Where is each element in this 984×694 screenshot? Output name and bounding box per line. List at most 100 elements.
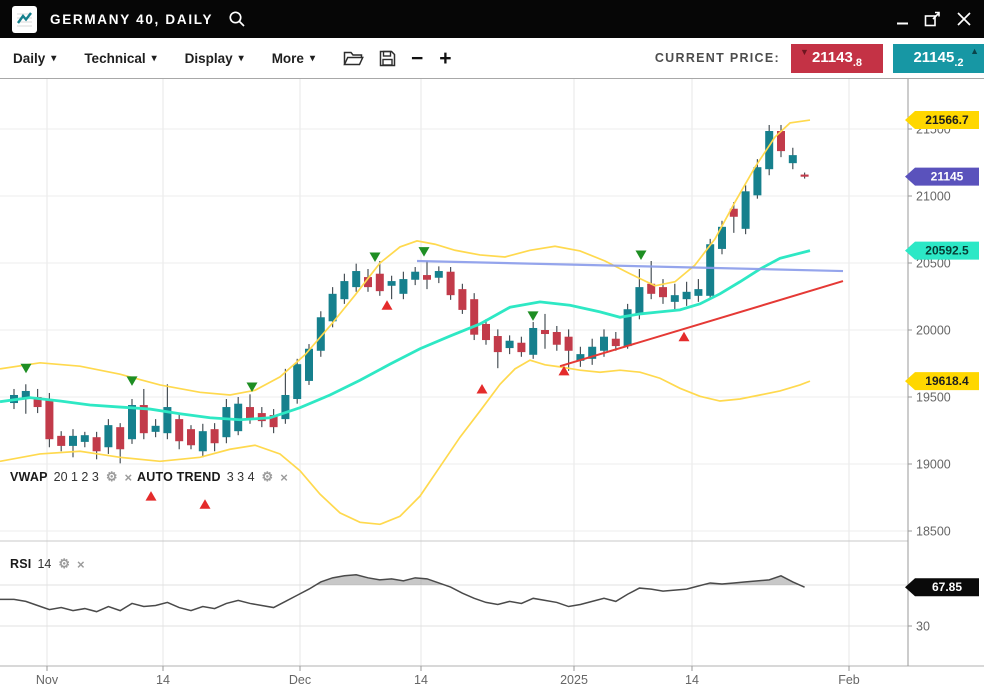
price-badge: 20592.5 (905, 242, 979, 260)
candle (187, 429, 195, 445)
rsi-indicator-label: RSI 14 ⚙ × (10, 556, 85, 572)
candle (93, 437, 101, 451)
svg-text:Nov: Nov (36, 673, 59, 687)
candle (116, 427, 124, 449)
current-price-label: CURRENT PRICE: (655, 51, 780, 65)
vwap-indicator-label: VWAP 20 1 2 3 ⚙ × (10, 469, 132, 485)
candle (222, 407, 230, 437)
save-icon[interactable] (379, 50, 396, 67)
window-controls (896, 11, 972, 27)
svg-text:14: 14 (685, 673, 699, 687)
chevron-down-icon: ▾ (310, 53, 315, 64)
autotrend-settings-gear-icon[interactable]: ⚙ (262, 469, 274, 485)
arrow-up-icon: ▲ (970, 47, 979, 56)
current-price-cluster: CURRENT PRICE: ▼ 21143.8 21145.2 ▲ (655, 38, 984, 78)
candle (470, 299, 478, 335)
candle (246, 407, 254, 419)
chevron-down-icon: ▾ (152, 53, 157, 64)
candle (659, 287, 667, 297)
search-icon[interactable] (228, 10, 246, 28)
price-badge: 21145 (905, 168, 979, 186)
price-badge: 21566.7 (905, 111, 979, 129)
candle (411, 272, 419, 280)
chevron-down-icon: ▾ (51, 53, 56, 64)
candle (458, 289, 466, 310)
open-folder-icon[interactable] (343, 50, 364, 67)
svg-text:21145: 21145 (931, 170, 964, 184)
chevron-down-icon: ▾ (239, 53, 244, 64)
menu-timeframe-label: Daily (13, 51, 45, 66)
vwap-name: VWAP (10, 470, 48, 484)
chart-area: 2150021000205002000019500190001850030Nov… (0, 79, 984, 693)
svg-text:2025: 2025 (560, 673, 588, 687)
candle (388, 281, 396, 286)
candle (340, 281, 348, 299)
rsi-remove-icon[interactable]: × (77, 557, 85, 572)
candle (529, 328, 537, 355)
candle (69, 436, 77, 446)
candle (376, 274, 384, 291)
candle (541, 330, 549, 334)
svg-text:19000: 19000 (916, 458, 951, 472)
candle (494, 336, 502, 352)
candle (517, 343, 525, 352)
candle (789, 155, 797, 163)
autotrend-indicator-label: AUTO TREND 3 3 4 ⚙ × (137, 469, 288, 485)
buy-price-decimal: .2 (954, 57, 963, 69)
candle (211, 429, 219, 443)
candle (104, 425, 112, 447)
chart-title: GERMANY 40, DAILY (50, 12, 213, 27)
svg-text:19500: 19500 (916, 391, 951, 405)
candle (329, 294, 337, 321)
svg-text:14: 14 (414, 673, 428, 687)
sell-price-decimal: .8 (853, 57, 862, 69)
menu-display-label: Display (185, 51, 233, 66)
svg-text:30: 30 (916, 620, 930, 634)
candle (635, 287, 643, 314)
candle (447, 272, 455, 295)
candle (742, 191, 750, 229)
buy-price-button[interactable]: 21145.2 ▲ (893, 44, 984, 73)
candle (683, 292, 691, 299)
svg-text:Feb: Feb (838, 673, 860, 687)
candle (801, 175, 809, 177)
candle (281, 395, 289, 419)
candle (612, 339, 620, 346)
autotrend-remove-icon[interactable]: × (280, 470, 288, 485)
candle (506, 341, 514, 348)
zoom-out-button[interactable]: − (411, 48, 423, 69)
buy-price-value: 21145 (913, 49, 954, 66)
menu-display[interactable]: Display ▾ (185, 51, 244, 66)
candle (81, 435, 89, 442)
menu-technical[interactable]: Technical ▾ (84, 51, 156, 66)
sell-price-button[interactable]: ▼ 21143.8 (791, 44, 883, 73)
popout-button[interactable] (924, 11, 941, 27)
candle (600, 337, 608, 351)
vwap-remove-icon[interactable]: × (124, 470, 132, 485)
vwap-settings-gear-icon[interactable]: ⚙ (106, 469, 118, 485)
zoom-in-button[interactable]: + (439, 48, 451, 69)
candle (45, 399, 53, 439)
toolbar: Daily ▾ Technical ▾ Display ▾ More ▾ (0, 38, 984, 79)
arrow-down-icon: ▼ (800, 48, 809, 57)
menu-timeframe[interactable]: Daily ▾ (13, 51, 56, 66)
svg-text:19618.4: 19618.4 (925, 374, 969, 388)
svg-text:14: 14 (156, 673, 170, 687)
candle (706, 244, 714, 296)
candle (482, 324, 490, 340)
sell-price-value: 21143 (812, 49, 853, 66)
rsi-settings-gear-icon[interactable]: ⚙ (58, 556, 70, 572)
trading-app-window: GERMANY 40, DAILY (0, 0, 984, 694)
menu-more[interactable]: More ▾ (272, 51, 315, 66)
menu-technical-label: Technical (84, 51, 145, 66)
candle (435, 271, 443, 278)
candle (57, 436, 65, 446)
menu-more-label: More (272, 51, 304, 66)
candle (352, 271, 360, 287)
close-icon[interactable] (956, 11, 972, 27)
candle (565, 337, 573, 351)
price-chart[interactable]: 2150021000205002000019500190001850030Nov… (0, 79, 984, 693)
minimize-button[interactable] (896, 12, 909, 26)
autotrend-params: 3 3 4 (227, 470, 255, 484)
titlebar: GERMANY 40, DAILY (0, 0, 984, 38)
